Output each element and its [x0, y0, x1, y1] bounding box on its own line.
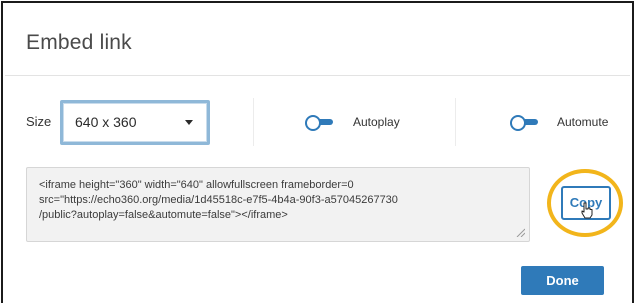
divider	[455, 98, 456, 146]
embed-code-line: src="https://echo360.org/media/1d45518c-…	[39, 194, 398, 206]
toggle-knob	[305, 115, 321, 131]
embed-code-textarea[interactable]: <iframe height="360" width="640" allowfu…	[26, 167, 530, 242]
done-button[interactable]: Done	[521, 266, 604, 295]
header-divider	[5, 75, 630, 76]
chevron-down-icon	[185, 120, 193, 125]
automute-label: Automute	[557, 115, 609, 129]
autoplay-toggle[interactable]	[305, 115, 334, 131]
dialog-title: Embed link	[26, 31, 132, 54]
size-select-value: 640 x 360	[75, 114, 137, 130]
size-select[interactable]: 640 x 360	[60, 100, 210, 145]
size-label: Size	[26, 114, 52, 129]
autoplay-label: Autoplay	[353, 115, 400, 129]
toggle-knob	[510, 115, 526, 131]
embed-code-line: /public?autoplay=false&automute=false"><…	[39, 209, 288, 221]
embed-code-line: <iframe height="360" width="640" allowfu…	[39, 179, 354, 191]
resize-grip-icon[interactable]	[515, 227, 525, 237]
hand-cursor-icon	[581, 202, 593, 219]
divider	[253, 98, 254, 146]
embed-link-dialog: Embed link Size 640 x 360 Autoplay Autom…	[1, 1, 634, 303]
automute-toggle[interactable]	[510, 115, 539, 131]
